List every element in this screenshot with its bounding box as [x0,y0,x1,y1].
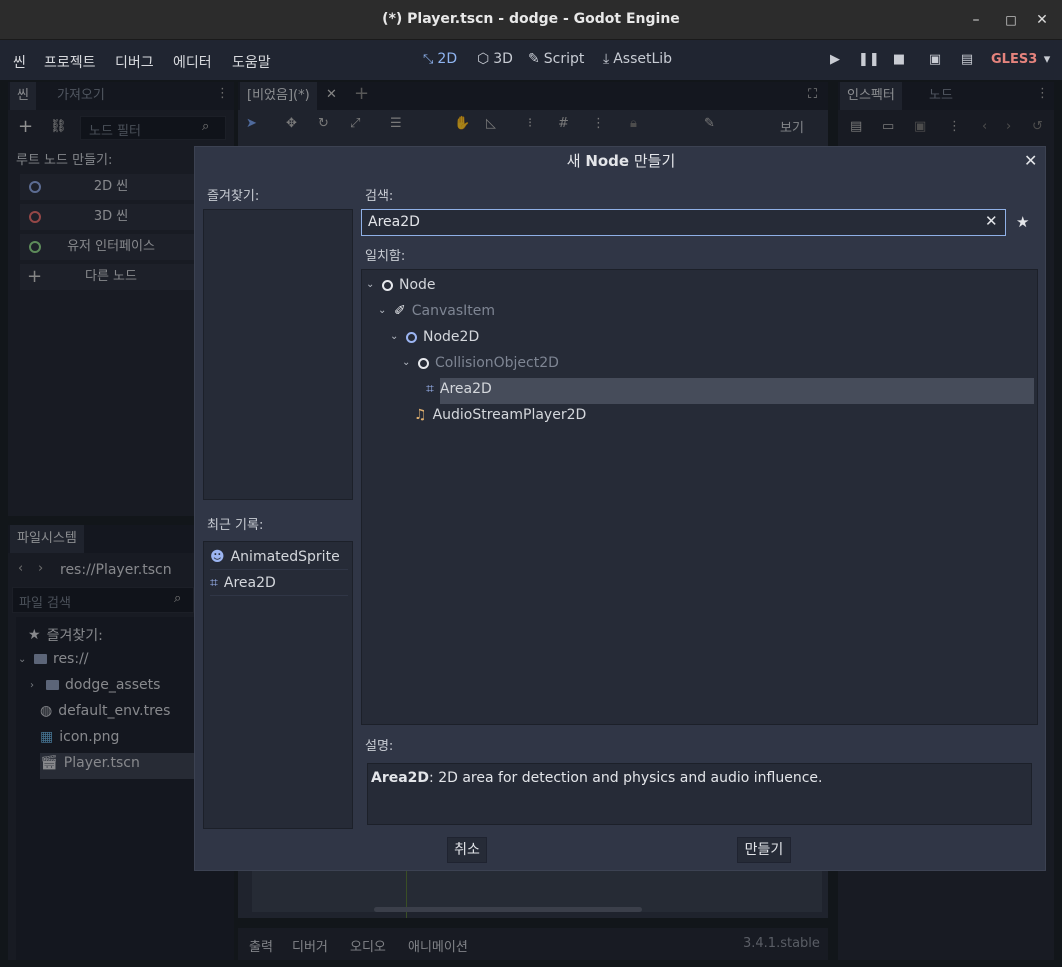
tree-item-node2d[interactable]: ⌄ Node2D [390,324,479,350]
tree-item-area2d[interactable]: ⌗ Area2D [426,376,492,402]
menu-help[interactable]: 도움말 [232,52,271,72]
script-icon: ✎ [528,51,540,67]
area2d-icon: ⌗ [426,381,434,397]
matches-tree: ⌄ Node ⌄ ✐ CanvasItem ⌄ Node2D ⌄ CollisionObj… [361,269,1038,725]
minimize-button[interactable]: – [966,10,986,30]
recent-item-area2d[interactable]: ⌗ Area2D [210,570,348,596]
create-button[interactable]: 만들기 [737,837,791,863]
window-title: (*) Player.tscn - dodge - Godot Engine [382,11,680,27]
audio-icon: ♫ [414,407,427,423]
chevron-down-icon: ⌄ [378,305,387,316]
description-label: 설명: [365,739,394,754]
window-titlebar: (*) Player.tscn - dodge - Godot Engine –… [0,0,1062,40]
workspace-script-button[interactable]: ✎ Script [528,51,584,67]
menu-bar: 씬 프로젝트 디버그 에디터 도움말 ⤡ 2D ⬡ 3D ✎ Script ⤓ Asse… [0,40,1062,80]
cancel-button[interactable]: 취소 [447,837,487,863]
create-node-dialog: 새 Node 만들기 ✕ 즐겨찾기: 최근 기록: ☻ AnimatedSprit… [194,146,1046,871]
clear-search-icon[interactable]: ✕ [985,212,998,230]
close-window-button[interactable]: ✕ [1032,10,1052,30]
description-box: Area2D: 2D area for detection and physic… [367,763,1032,825]
search-label: 검색: [365,189,394,204]
node2d-icon [406,331,417,343]
matches-label: 일치함: [365,249,406,264]
favorites-label: 즐겨찾기: [207,189,260,204]
tree-item-collisionobject2d[interactable]: ⌄ CollisionObject2D [402,350,559,376]
close-dialog-icon[interactable]: ✕ [1024,151,1037,170]
3d-icon: ⬡ [477,51,490,67]
area2d-icon: ⌗ [210,574,218,591]
favorite-star-icon[interactable]: ★ [1016,213,1029,231]
brush-icon: ✐ [394,303,406,319]
stop-icon[interactable]: ■ [890,52,908,67]
play-custom-scene-icon[interactable]: ▤ [958,52,976,67]
tree-item-audiostreamplayer2d[interactable]: ♫ AudioStreamPlayer2D [414,402,586,428]
2d-icon: ⤡ [423,51,434,67]
favorites-list[interactable] [203,209,353,500]
animatedsprite-icon: ☻ [210,548,225,565]
tree-item-canvasitem[interactable]: ⌄ ✐ CanvasItem [378,298,495,324]
menu-editor[interactable]: 에디터 [173,52,212,72]
renderer-dropdown-icon[interactable]: ▾ [1038,52,1056,67]
menu-debug[interactable]: 디버그 [115,52,154,72]
assetlib-icon: ⤓ [603,51,610,67]
renderer-label[interactable]: GLES3 [991,52,1037,67]
menu-scene[interactable]: 씬 [13,52,26,72]
recent-list: ☻ AnimatedSprite ⌗ Area2D [203,541,353,829]
play-scene-icon[interactable]: ▣ [926,52,944,67]
collisionobject-icon [418,357,429,369]
workspace-assetlib-button[interactable]: ⤓ AssetLib [603,51,672,67]
chevron-down-icon: ⌄ [390,331,399,342]
play-icon[interactable]: ▶ [826,52,844,67]
recent-label: 최근 기록: [207,518,264,533]
chevron-down-icon: ⌄ [402,357,411,368]
node-search-input[interactable]: Area2D [361,209,1006,236]
workspace-3d-button[interactable]: ⬡ 3D [477,51,513,67]
node-icon [382,279,393,291]
chevron-down-icon: ⌄ [366,279,375,290]
menu-project[interactable]: 프로젝트 [44,52,96,72]
pause-icon[interactable]: ❚❚ [858,52,880,67]
selected-row-highlight [440,378,1034,404]
dialog-title: 새 Node 만들기 [566,152,676,170]
maximize-button[interactable]: □ [1001,10,1021,30]
tree-item-node[interactable]: ⌄ Node [366,272,436,298]
recent-item-animatedsprite[interactable]: ☻ AnimatedSprite [210,544,348,570]
workspace-2d-button[interactable]: ⤡ 2D [423,51,457,67]
